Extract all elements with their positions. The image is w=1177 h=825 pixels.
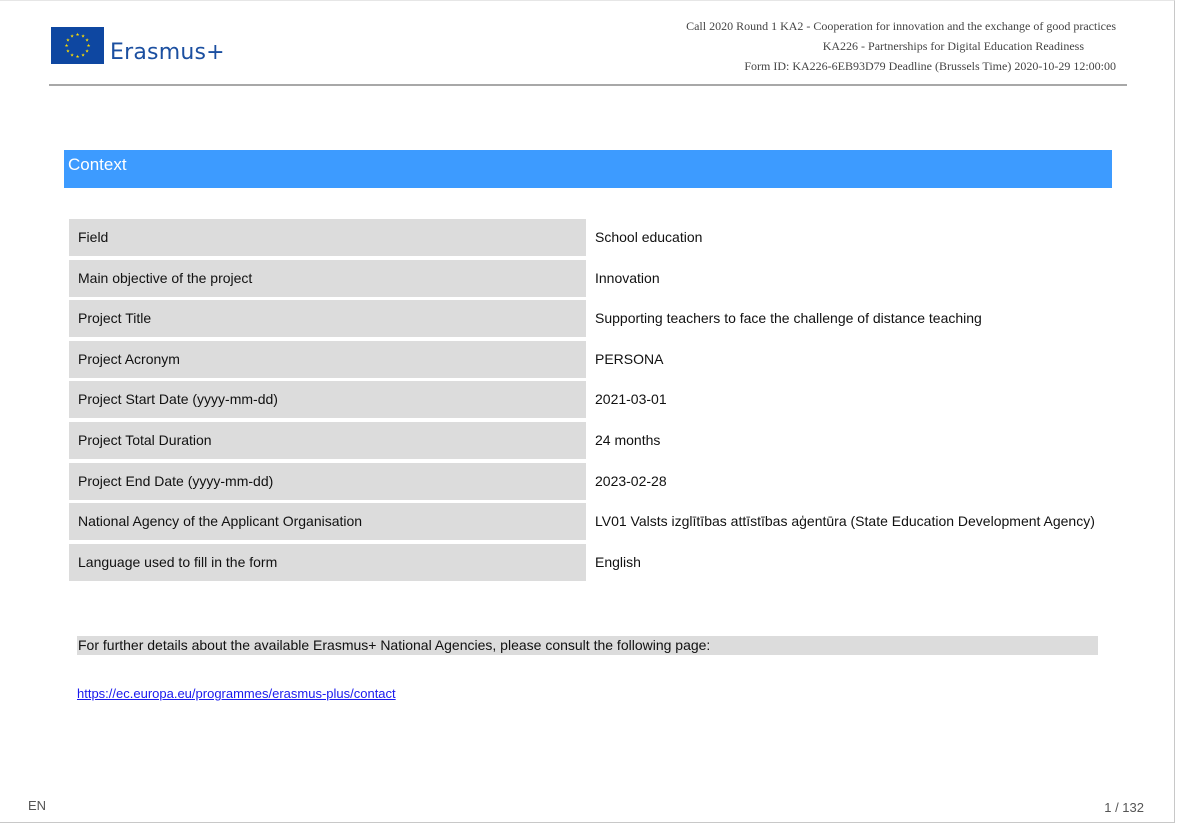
row-label: Project Acronym: [69, 340, 586, 378]
national-agencies-link[interactable]: https://ec.europa.eu/programmes/erasmus-…: [77, 686, 396, 701]
row-value: 24 months: [595, 431, 661, 448]
header-divider: [49, 84, 1127, 86]
row-value: English: [595, 553, 641, 570]
row-label: National Agency of the Applicant Organis…: [69, 503, 586, 541]
row-value: Supporting teachers to face the challeng…: [595, 310, 982, 327]
table-row: National Agency of the Applicant Organis…: [69, 503, 1109, 541]
row-label: Main objective of the project: [69, 259, 586, 297]
row-value: 2021-03-01: [595, 391, 667, 408]
row-value: Innovation: [595, 269, 660, 286]
row-label: Project End Date (yyyy-mm-dd): [69, 462, 586, 500]
eu-star-icon: ★: [81, 53, 85, 58]
row-value: School education: [595, 229, 703, 245]
row-label: Field: [69, 219, 586, 256]
table-row: Main objective of the project Innovation: [69, 259, 1109, 297]
row-value: 2023-02-28: [595, 472, 667, 489]
row-label: Project Title: [69, 300, 586, 338]
eu-flag-icon: ★ ★ ★ ★ ★ ★ ★ ★ ★ ★ ★ ★: [51, 27, 104, 64]
call-line: Call 2020 Round 1 KA2 - Cooperation for …: [686, 19, 1116, 33]
form-header-info: Call 2020 Round 1 KA2 - Cooperation for …: [686, 16, 1116, 76]
table-row: Language used to fill in the form English: [69, 543, 1109, 581]
page-number: 1 / 132: [1104, 800, 1144, 815]
row-value: LV01 Valsts izglītības attīstības aģentū…: [595, 513, 1095, 530]
national-agencies-note: For further details about the available …: [77, 636, 1098, 655]
footer-language: EN: [28, 798, 47, 813]
table-row: Project Total Duration 24 months: [69, 421, 1109, 459]
table-row: Project End Date (yyyy-mm-dd) 2023-02-28: [69, 462, 1109, 500]
table-row: Project Start Date (yyyy-mm-dd) 2021-03-0…: [69, 381, 1109, 419]
eu-star-icon: ★: [85, 38, 89, 43]
table-row: Project Acronym PERSONA: [69, 340, 1109, 378]
table-row: Field School education: [69, 219, 1109, 256]
context-table: Field School education Main objective of t…: [69, 219, 1109, 584]
eu-star-icon: ★: [66, 49, 70, 54]
document-page: ★ ★ ★ ★ ★ ★ ★ ★ ★ ★ ★ ★ Erasmus+ Call 2020 Round 1 …: [0, 0, 1175, 823]
eu-star-icon: ★: [75, 32, 79, 37]
row-label: Project Total Duration: [69, 421, 586, 459]
eu-star-icon: ★: [64, 43, 68, 48]
form-id-line: Form ID: KA226-6EB93D79 Deadline (Brusse…: [744, 59, 1116, 73]
row-label: Project Start Date (yyyy-mm-dd): [69, 381, 586, 419]
logo-text: Erasmus+: [110, 40, 225, 65]
eu-star-icon: ★: [85, 49, 89, 54]
action-line: KA226 - Partnerships for Digital Educati…: [822, 39, 1084, 53]
eu-star-icon: ★: [86, 43, 90, 48]
eu-star-icon: ★: [70, 34, 74, 39]
row-value: PERSONA: [595, 350, 664, 367]
eu-star-icon: ★: [75, 54, 79, 59]
section-title: Context: [64, 150, 1112, 188]
erasmus-logo: ★ ★ ★ ★ ★ ★ ★ ★ ★ ★ ★ ★ Erasmus+: [51, 26, 225, 65]
eu-star-icon: ★: [70, 53, 74, 58]
row-label: Language used to fill in the form: [69, 543, 586, 581]
table-row: Project Title Supporting teachers to face…: [69, 300, 1109, 338]
